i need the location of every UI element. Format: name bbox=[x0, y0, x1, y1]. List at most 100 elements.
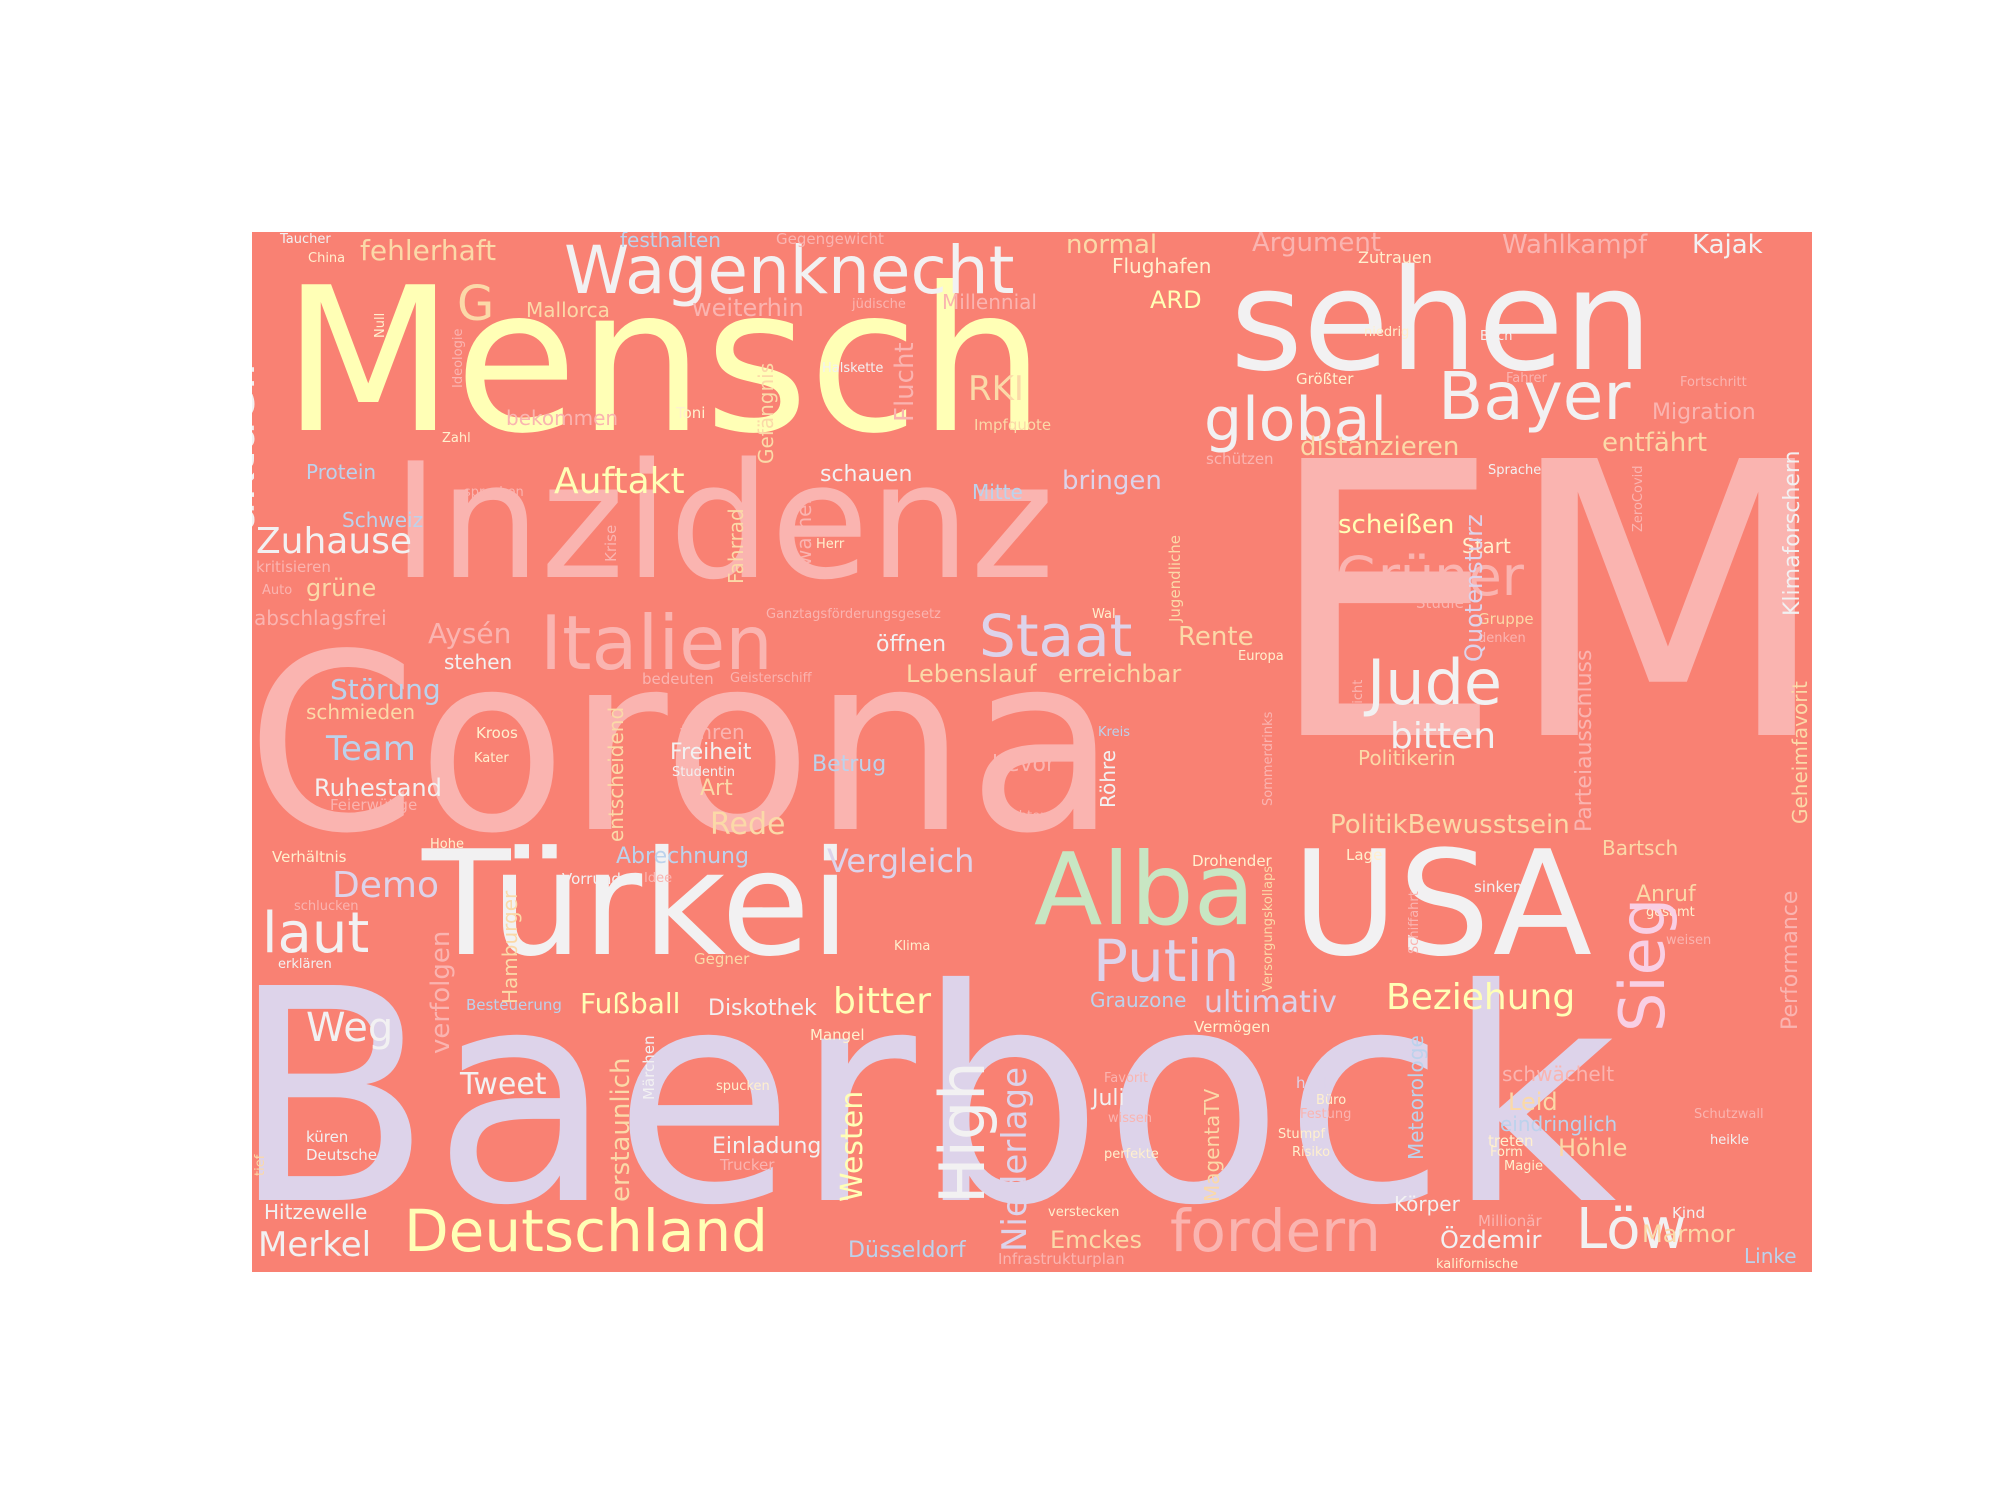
word-bekommen: bekommen bbox=[506, 406, 619, 430]
word-politikbewusstsein: PolitikBewusstsein bbox=[1330, 810, 1570, 840]
word-aysen: Aysén bbox=[428, 617, 512, 650]
word-team: Team bbox=[326, 729, 416, 769]
word-china: China bbox=[308, 251, 346, 266]
word-zahl: Zahl bbox=[442, 431, 471, 446]
word-stumpf: Stumpf bbox=[1278, 1127, 1326, 1142]
word-deutsche: Deutsche bbox=[306, 1146, 377, 1164]
word-juedische: jüdische bbox=[852, 297, 906, 312]
word-kreis: Kreis bbox=[1098, 725, 1130, 740]
word-bitter: bitter bbox=[833, 981, 932, 1022]
word-bartsch: Bartsch bbox=[1602, 836, 1679, 860]
word-halskette: Halskette bbox=[822, 361, 884, 376]
word-leid: Leid bbox=[1508, 1088, 1558, 1116]
word-verhaeltnis: Verhältnis bbox=[272, 848, 347, 866]
word-erreichbar: erreichbar bbox=[1058, 660, 1182, 688]
word-auto: Auto bbox=[262, 583, 293, 598]
word-sprache: Sprache bbox=[1488, 463, 1542, 478]
word-politikerin: Politikerin bbox=[1358, 746, 1456, 770]
word-weiterhin: weiterhin bbox=[692, 294, 804, 322]
word-g: G bbox=[457, 276, 495, 332]
word-cloud: Baerbock EM Corona Mensch Inzidenz sehen… bbox=[252, 232, 1812, 1272]
word-fehlerhaft: fehlerhaft bbox=[360, 234, 497, 267]
word-bringen: bringen bbox=[1062, 466, 1162, 496]
word-laut: laut bbox=[262, 901, 370, 966]
word-favorit: Favorit bbox=[1104, 1071, 1148, 1086]
word-protein: Protein bbox=[306, 460, 377, 484]
word-mallorca: Mallorca bbox=[526, 298, 610, 322]
word-bedeuten: bedeuten bbox=[642, 670, 714, 688]
word-diskothek: Diskothek bbox=[708, 996, 817, 1021]
word-perfekte: perfekte bbox=[1104, 1147, 1159, 1162]
word-groesster: Größter bbox=[1296, 370, 1354, 388]
word-buero: Büro bbox=[1316, 1093, 1347, 1108]
word-fordern: fordern bbox=[1170, 1197, 1381, 1265]
word-hohe: Hohe bbox=[430, 837, 464, 852]
word-hoch: hoch bbox=[1296, 1074, 1333, 1092]
word-kind: Kind bbox=[1672, 1204, 1706, 1222]
word-betrug: Betrug bbox=[812, 752, 887, 777]
word-vergleich: Vergleich bbox=[827, 842, 975, 880]
word-weg: Weg bbox=[306, 1005, 394, 1051]
word-vermoegen: Vermögen bbox=[1194, 1018, 1271, 1036]
word-niedrig: niedrig bbox=[1364, 325, 1410, 340]
word-kajak: Kajak bbox=[1692, 232, 1763, 260]
word-kater: Kater bbox=[474, 751, 509, 766]
word-denken: denken bbox=[1478, 631, 1526, 646]
word-dichter: Dichter bbox=[998, 809, 1046, 824]
word-entfaehrt: entfährt bbox=[1602, 428, 1708, 458]
word-schwaechelt: schwächelt bbox=[1502, 1062, 1615, 1086]
word-weisen: weisen bbox=[1666, 933, 1712, 948]
word-fussball: Fußball bbox=[580, 987, 681, 1020]
word-ganztagsfoerderungsgesetz: Ganztagsförderungsgesetz bbox=[766, 607, 941, 622]
word-schlucken: schlucken bbox=[294, 899, 359, 914]
word-besteuerung: Besteuerung bbox=[466, 996, 562, 1014]
word-wal: Wal bbox=[1092, 607, 1116, 622]
word-gegengewicht: Gegengewicht bbox=[776, 232, 884, 248]
word-stehen: stehen bbox=[444, 650, 513, 674]
word-distanzieren: distanzieren bbox=[1300, 432, 1460, 462]
word-vorrunde: Vorrunde bbox=[562, 870, 631, 888]
word-schutzwall: Schutzwall bbox=[1694, 1107, 1764, 1122]
word-art: Art bbox=[700, 776, 733, 801]
word-einladung: Einladung bbox=[712, 1134, 822, 1159]
word-geisterschiff: Geisterschiff bbox=[730, 671, 812, 686]
word-sprechen: sprechen bbox=[464, 485, 524, 500]
word-hoehle: Höhle bbox=[1558, 1134, 1628, 1162]
word-ard: ARD bbox=[1150, 286, 1202, 314]
word-spucken: spucken bbox=[716, 1079, 770, 1094]
word-oezdemir: Özdemir bbox=[1440, 1226, 1542, 1254]
word-risiko: Risiko bbox=[1292, 1145, 1331, 1160]
word-infrastrukturplan: Infrastrukturplan bbox=[998, 1250, 1125, 1268]
word-mitte: Mitte bbox=[972, 480, 1023, 504]
word-millennial: Millennial bbox=[942, 290, 1037, 314]
word-beziehung: Beziehung bbox=[1386, 977, 1576, 1018]
word-emckes: Emckes bbox=[1050, 1226, 1143, 1254]
word-abschlagsfrei: abschlagsfrei bbox=[254, 606, 387, 630]
word-duesseldorf: Düsseldorf bbox=[848, 1238, 966, 1263]
word-zutrauen: Zutrauen bbox=[1358, 248, 1432, 267]
word-usa: USA bbox=[1292, 820, 1593, 989]
word-rente: Rente bbox=[1178, 622, 1254, 652]
word-jude: Jude bbox=[1367, 646, 1503, 719]
word-taucher: Taucher bbox=[280, 232, 331, 247]
word-rede: Rede bbox=[710, 807, 786, 842]
word-hitzewelle: Hitzewelle bbox=[264, 1200, 368, 1224]
word-sinkend: sinkend bbox=[1474, 878, 1532, 896]
word-wissen: wissen bbox=[1108, 1111, 1153, 1126]
word-marmor: Marmor bbox=[1642, 1220, 1735, 1248]
word-gesamt: gesamt bbox=[1646, 905, 1695, 920]
word-gegner: Gegner bbox=[694, 950, 750, 968]
word-juli: Juli bbox=[1092, 1086, 1125, 1111]
word-rki: RKI bbox=[968, 369, 1024, 409]
word-deutschland: Deutschland bbox=[404, 1197, 768, 1265]
word-bevor: bevor bbox=[992, 752, 1056, 777]
word-koerper: Körper bbox=[1394, 1192, 1460, 1216]
word-europa: Europa bbox=[1238, 649, 1284, 664]
word-scheissen: scheißen bbox=[1338, 510, 1455, 540]
word-linke: Linke bbox=[1744, 1244, 1797, 1268]
word-migration: Migration bbox=[1652, 400, 1756, 425]
word-form: Form bbox=[1490, 1145, 1523, 1160]
word-klima: Klima bbox=[894, 939, 931, 954]
word-kroos: Kroos bbox=[476, 724, 518, 742]
word-impfquote: Impfquote bbox=[974, 416, 1052, 434]
